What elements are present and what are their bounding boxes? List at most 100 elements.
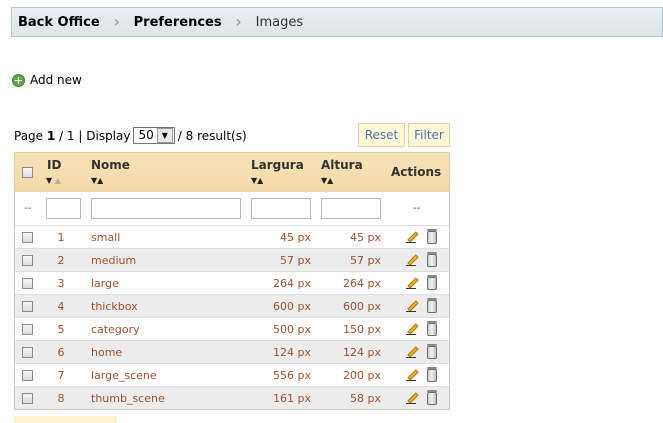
table-row[interactable]: 2 medium 57 px 57 px — [15, 248, 449, 271]
cell-name[interactable]: large — [91, 272, 241, 294]
cell-height[interactable]: 58 px — [321, 387, 381, 409]
cell-height[interactable]: 45 px — [321, 226, 381, 248]
row-checkbox[interactable] — [22, 254, 33, 266]
edit-pencil-icon[interactable] — [405, 346, 418, 358]
header-height: Altura — [321, 158, 363, 172]
cell-height[interactable]: 150 px — [321, 318, 381, 340]
cell-width[interactable]: 556 px — [251, 364, 311, 386]
filter-id-input[interactable] — [46, 198, 81, 219]
row-checkbox[interactable] — [22, 323, 33, 335]
filter-height-input[interactable] — [321, 198, 381, 219]
breadcrumb-preferences[interactable]: Preferences — [134, 15, 222, 30]
result-count: / 8 result(s) — [177, 128, 247, 143]
cell-height[interactable]: 124 px — [321, 341, 381, 363]
cell-id[interactable]: 5 — [47, 318, 75, 340]
table-row[interactable]: 7 large_scene 556 px 200 px — [15, 363, 449, 386]
bottom-action-bar — [14, 416, 117, 423]
delete-trash-icon[interactable] — [426, 366, 437, 382]
filter-width-input[interactable] — [251, 198, 311, 219]
edit-pencil-icon[interactable] — [405, 254, 418, 266]
filter-row: -- -- — [15, 191, 449, 225]
row-checkbox[interactable] — [22, 300, 33, 312]
current-page: 1 — [46, 128, 56, 143]
chevron-right-icon: › — [113, 12, 120, 31]
row-actions — [401, 387, 441, 409]
row-checkbox[interactable] — [22, 346, 33, 358]
delete-trash-icon[interactable] — [426, 274, 437, 290]
page-total: / 1 | Display — [59, 128, 131, 143]
per-page-select[interactable]: 50 ▼ — [133, 127, 175, 144]
cell-width[interactable]: 600 px — [251, 295, 311, 317]
pagination: Page 1 / 1 | Display 50 ▼ / 8 result(s) — [14, 127, 247, 144]
delete-trash-icon[interactable] — [426, 228, 437, 244]
cell-name[interactable]: thumb_scene — [91, 387, 241, 409]
breadcrumb-back-office[interactable]: Back Office — [18, 15, 100, 30]
reset-button[interactable]: Reset — [358, 123, 405, 147]
sort-width-icons[interactable]: ▼▲ — [251, 176, 263, 185]
cell-height[interactable]: 600 px — [321, 295, 381, 317]
cell-name[interactable]: thickbox — [91, 295, 241, 317]
edit-pencil-icon[interactable] — [405, 231, 418, 243]
header-width: Largura — [251, 158, 304, 172]
add-new-button[interactable]: + Add new — [12, 73, 82, 87]
table-row[interactable]: 4 thickbox 600 px 600 px — [15, 294, 449, 317]
edit-pencil-icon[interactable] — [405, 277, 418, 289]
cell-width[interactable]: 161 px — [251, 387, 311, 409]
row-actions — [401, 364, 441, 386]
chevron-down-icon[interactable]: ▼ — [156, 128, 173, 143]
table-row[interactable]: 5 category 500 px 150 px — [15, 317, 449, 340]
cell-name[interactable]: large_scene — [91, 364, 241, 386]
delete-trash-icon[interactable] — [426, 343, 437, 359]
row-actions — [401, 249, 441, 271]
edit-pencil-icon[interactable] — [405, 300, 418, 312]
header-id: ID — [47, 158, 62, 172]
cell-name[interactable]: home — [91, 341, 241, 363]
cell-id[interactable]: 3 — [47, 272, 75, 294]
table-row[interactable]: 8 thumb_scene 161 px 58 px — [15, 386, 449, 409]
row-checkbox-cell — [22, 272, 36, 294]
cell-height[interactable]: 264 px — [321, 272, 381, 294]
cell-width[interactable]: 57 px — [251, 249, 311, 271]
cell-name[interactable]: small — [91, 226, 241, 248]
filter-name-input[interactable] — [91, 198, 241, 219]
row-checkbox[interactable] — [22, 369, 33, 381]
table-row[interactable]: 1 small 45 px 45 px — [15, 225, 449, 248]
header-name: Nome — [91, 158, 130, 172]
delete-trash-icon[interactable] — [426, 389, 437, 405]
cell-id[interactable]: 7 — [47, 364, 75, 386]
filter-button[interactable]: Filter — [408, 123, 450, 147]
cell-name[interactable]: medium — [91, 249, 241, 271]
cell-width[interactable]: 45 px — [251, 226, 311, 248]
cell-id[interactable]: 2 — [47, 249, 75, 271]
edit-pencil-icon[interactable] — [405, 323, 418, 335]
row-checkbox-cell — [22, 249, 36, 271]
page-label: Page — [14, 128, 44, 143]
row-checkbox[interactable] — [22, 392, 33, 404]
row-checkbox[interactable] — [22, 277, 33, 289]
row-actions — [401, 318, 441, 340]
cell-name[interactable]: category — [91, 318, 241, 340]
select-all-checkbox[interactable] — [22, 167, 33, 178]
table-row[interactable]: 6 home 124 px 124 px — [15, 340, 449, 363]
cell-id[interactable]: 8 — [47, 387, 75, 409]
row-actions — [401, 226, 441, 248]
table-row[interactable]: 3 large 264 px 264 px — [15, 271, 449, 294]
cell-height[interactable]: 200 px — [321, 364, 381, 386]
row-checkbox[interactable] — [22, 231, 33, 243]
chevron-right-icon: › — [235, 12, 242, 31]
sort-id-icons[interactable]: ▼ ▲ — [46, 176, 61, 185]
cell-width[interactable]: 500 px — [251, 318, 311, 340]
sort-name-icons[interactable]: ▼▲ — [91, 176, 103, 185]
cell-height[interactable]: 57 px — [321, 249, 381, 271]
edit-pencil-icon[interactable] — [405, 369, 418, 381]
sort-height-icons[interactable]: ▼▲ — [321, 176, 333, 185]
cell-id[interactable]: 1 — [47, 226, 75, 248]
cell-id[interactable]: 6 — [47, 341, 75, 363]
delete-trash-icon[interactable] — [426, 320, 437, 336]
cell-width[interactable]: 124 px — [251, 341, 311, 363]
delete-trash-icon[interactable] — [426, 251, 437, 267]
edit-pencil-icon[interactable] — [405, 392, 418, 404]
delete-trash-icon[interactable] — [426, 297, 437, 313]
cell-width[interactable]: 264 px — [251, 272, 311, 294]
cell-id[interactable]: 4 — [47, 295, 75, 317]
